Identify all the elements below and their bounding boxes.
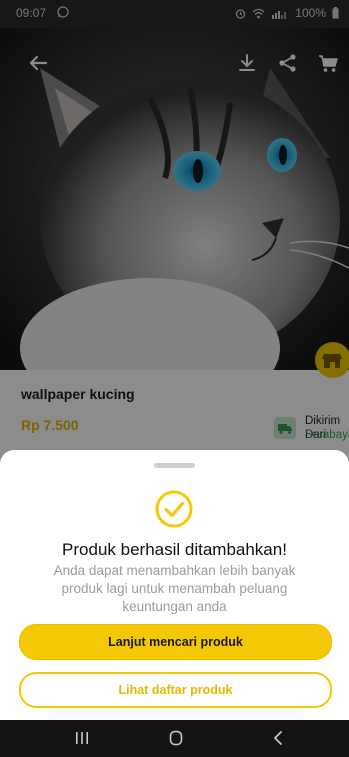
home-icon[interactable] <box>168 730 184 746</box>
view-product-list-button[interactable]: Lihat daftar produk <box>19 672 332 708</box>
check-circle-icon <box>155 490 193 528</box>
recent-apps-icon[interactable] <box>74 730 90 746</box>
success-subtitle: Anda dapat menambahkan lebih banyak prod… <box>53 563 296 614</box>
success-title: Produk berhasil ditambahkan! <box>62 540 287 559</box>
continue-search-button[interactable]: Lanjut mencari produk <box>19 624 332 660</box>
back-icon[interactable] <box>270 730 286 746</box>
success-bottom-sheet: Produk berhasil ditambahkan! Anda dapat … <box>0 450 349 720</box>
android-nav-bar <box>0 720 349 757</box>
screen: 09:07 100% wallpaper kucing Rp 7.500 Dik… <box>0 0 349 757</box>
drag-handle[interactable] <box>154 463 195 468</box>
